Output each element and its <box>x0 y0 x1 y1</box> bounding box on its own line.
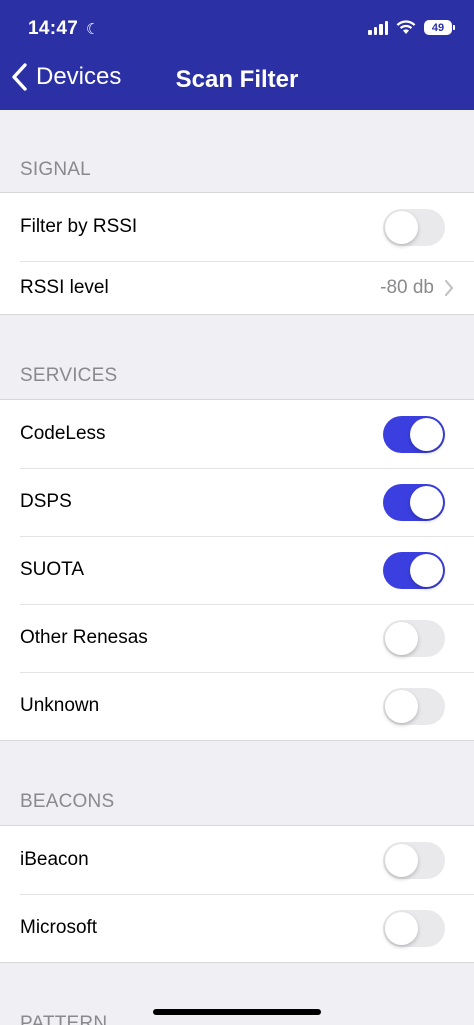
signal-group: Filter by RSSI RSSI level -80 db <box>0 192 474 315</box>
filter-by-rssi-toggle[interactable] <box>383 208 445 246</box>
header: 14:47 ☾ 49 Devices Scan Filter <box>0 0 474 110</box>
service-row: Other Renesas <box>0 604 474 672</box>
battery-icon: 49 <box>424 20 455 35</box>
rssi-level-label: RSSI level <box>20 276 109 298</box>
ibeacon-toggle[interactable] <box>383 841 445 879</box>
filter-by-rssi-label: Filter by RSSI <box>20 216 138 237</box>
wifi-icon <box>396 20 416 35</box>
service-row: DSPS <box>0 468 474 536</box>
toggle-knob <box>385 911 418 945</box>
dsps-toggle[interactable] <box>383 483 445 521</box>
beacons-group: iBeacon Microsoft <box>0 825 474 963</box>
chevron-right-icon <box>444 279 454 297</box>
service-row: SUOTA <box>0 536 474 604</box>
status-time: 14:47 <box>28 18 79 39</box>
section-header-beacons: BEACONS <box>20 791 115 812</box>
toggle-knob <box>385 843 418 877</box>
unknown-toggle[interactable] <box>383 687 445 725</box>
service-label: CodeLess <box>20 423 106 444</box>
other-renesas-toggle[interactable] <box>383 619 445 657</box>
service-label: Unknown <box>20 695 100 716</box>
home-indicator[interactable] <box>153 1009 321 1015</box>
page-title: Scan Filter <box>0 66 474 94</box>
rssi-level-row[interactable]: RSSI level -80 db <box>0 261 474 314</box>
toggle-knob <box>385 689 418 723</box>
section-header-services: SERVICES <box>20 365 118 386</box>
service-row: Unknown <box>0 672 474 740</box>
toggle-knob <box>385 210 418 244</box>
toggle-knob <box>410 485 443 519</box>
section-header-pattern: PATTERN <box>20 1013 108 1025</box>
toggle-knob <box>410 417 443 451</box>
cellular-signal-icon <box>368 20 388 35</box>
service-label: DSPS <box>20 491 72 512</box>
service-label: SUOTA <box>20 559 85 580</box>
scan-filter-screen: 14:47 ☾ 49 Devices Scan Filter SIGNAL Fi… <box>0 0 474 1025</box>
microsoft-toggle[interactable] <box>383 909 445 947</box>
toggle-knob <box>385 621 418 655</box>
beacon-row: Microsoft <box>0 894 474 962</box>
beacon-label: iBeacon <box>20 849 89 870</box>
toggle-knob <box>410 553 443 587</box>
service-label: Other Renesas <box>20 627 148 648</box>
status-icons: 49 <box>368 20 455 35</box>
services-group: CodeLess DSPS SUOTA Other Renesas Unknow… <box>0 399 474 741</box>
section-header-signal: SIGNAL <box>20 159 91 180</box>
codeless-toggle[interactable] <box>383 415 445 453</box>
moon-icon: ☾ <box>86 21 100 38</box>
page-title-text: Scan Filter <box>175 66 299 93</box>
beacon-label: Microsoft <box>20 917 98 938</box>
filter-by-rssi-row: Filter by RSSI <box>0 193 474 261</box>
rssi-level-detail: -80 db <box>380 277 454 299</box>
rssi-level-value: -80 db <box>380 276 434 298</box>
suota-toggle[interactable] <box>383 551 445 589</box>
beacon-row: iBeacon <box>0 826 474 894</box>
service-row: CodeLess <box>0 400 474 468</box>
settings-list: SIGNAL Filter by RSSI RSSI level -80 db … <box>0 110 474 1025</box>
